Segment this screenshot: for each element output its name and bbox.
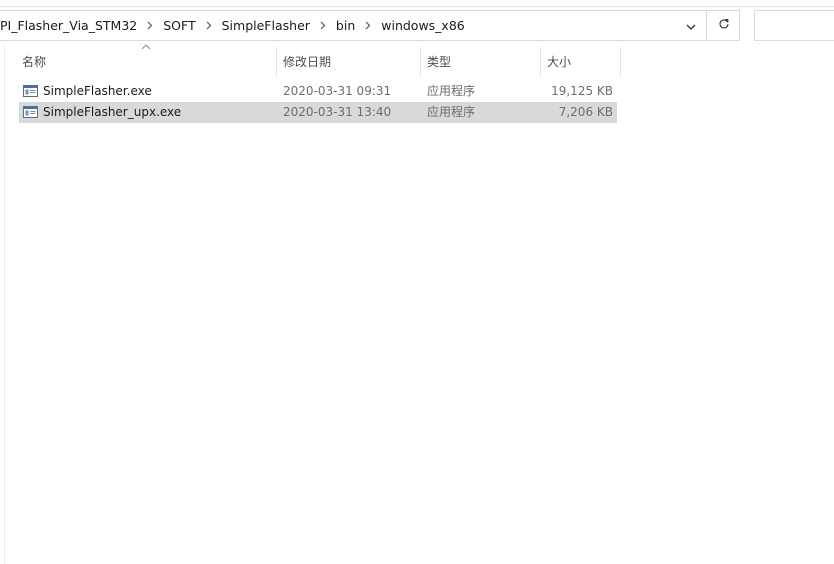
breadcrumb-item-windows-x86[interactable]: windows_x86	[377, 18, 469, 33]
address-history-dropdown-button[interactable]	[675, 11, 706, 40]
chevron-right-icon[interactable]	[314, 21, 332, 30]
column-header-size[interactable]: 大小	[543, 47, 619, 77]
breadcrumb-item-bin[interactable]: bin	[332, 18, 359, 33]
chevron-right-icon[interactable]	[359, 21, 377, 30]
column-divider[interactable]	[276, 47, 277, 77]
file-explorer-window: PI_Flasher_Via_STM32 SOFT SimpleFlasher …	[0, 0, 834, 564]
file-name: SimpleFlasher_upx.exe	[43, 105, 182, 119]
breadcrumb: PI_Flasher_Via_STM32 SOFT SimpleFlasher …	[0, 11, 469, 40]
column-divider[interactable]	[540, 47, 541, 77]
navigation-pane-edge	[4, 44, 5, 564]
file-type: 应用程序	[427, 105, 476, 119]
refresh-button[interactable]	[706, 11, 740, 40]
exe-file-icon	[23, 106, 38, 118]
chevron-right-icon[interactable]	[200, 21, 218, 30]
breadcrumb-item-pi-flasher[interactable]: PI_Flasher_Via_STM32	[0, 18, 141, 33]
column-header-name[interactable]: 名称	[18, 47, 276, 77]
top-divider	[0, 6, 834, 7]
file-type: 应用程序	[427, 84, 476, 98]
column-divider[interactable]	[620, 47, 621, 77]
file-date-modified: 2020-03-31 13:40	[283, 105, 392, 119]
address-bar[interactable]: PI_Flasher_Via_STM32 SOFT SimpleFlasher …	[0, 10, 740, 41]
breadcrumb-item-simpleflasher[interactable]: SimpleFlasher	[218, 18, 314, 33]
column-header-type[interactable]: 类型	[423, 47, 538, 77]
chevron-right-icon[interactable]	[141, 21, 159, 30]
file-size: 7,206 KB	[558, 105, 613, 119]
file-name: SimpleFlasher.exe	[43, 84, 152, 98]
column-divider[interactable]	[420, 47, 421, 77]
refresh-icon	[718, 18, 730, 33]
column-header-date[interactable]: 修改日期	[279, 47, 419, 77]
chevron-down-icon	[686, 19, 696, 33]
file-row[interactable]: SimpleFlasher.exe 2020-03-31 09:31 应用程序 …	[19, 81, 617, 102]
exe-file-icon	[23, 85, 38, 97]
file-size: 19,125 KB	[551, 84, 613, 98]
breadcrumb-item-soft[interactable]: SOFT	[159, 18, 199, 33]
search-input[interactable]	[754, 10, 834, 41]
file-list: SimpleFlasher.exe 2020-03-31 09:31 应用程序 …	[19, 81, 617, 123]
column-headers: 名称 修改日期 类型 大小	[18, 47, 622, 77]
file-row[interactable]: SimpleFlasher_upx.exe 2020-03-31 13:40 应…	[19, 102, 617, 123]
file-date-modified: 2020-03-31 09:31	[283, 84, 392, 98]
